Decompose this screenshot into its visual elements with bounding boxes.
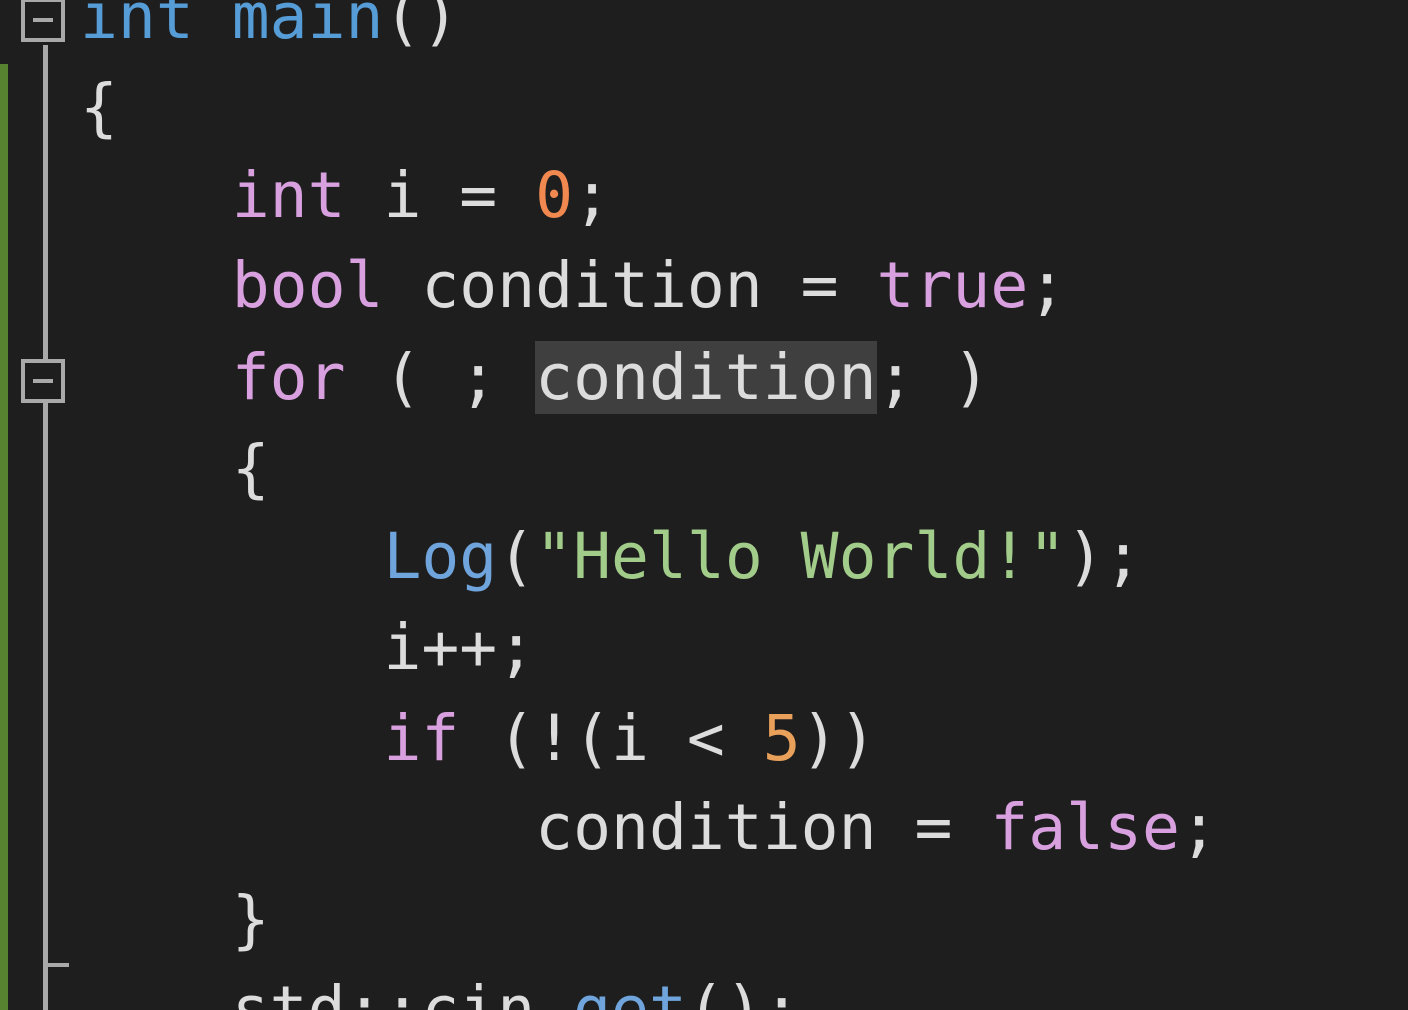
- token-brace: }: [231, 883, 270, 956]
- token-keyword: for: [231, 341, 346, 414]
- token-text: condition =: [535, 791, 991, 864]
- token-punct: );: [1066, 520, 1143, 593]
- code-line-2[interactable]: {: [80, 63, 118, 153]
- token-type: int: [80, 0, 194, 53]
- code-line-8[interactable]: i++;: [80, 603, 535, 693]
- token-text: i++;: [383, 611, 536, 684]
- token-text: ( ;: [345, 341, 536, 414]
- code-editor[interactable]: int main() { int i = 0; bool condition =…: [0, 0, 1408, 1010]
- token-punct: ; ): [876, 341, 991, 414]
- code-line-7[interactable]: Log("Hello World!");: [80, 512, 1142, 602]
- code-line-1[interactable]: int main(): [80, 0, 459, 62]
- token-bool-literal: false: [990, 791, 1180, 864]
- token-function-name: main: [231, 0, 384, 53]
- token-namespace: std::cin.: [231, 973, 574, 1010]
- scope-guide-end: [43, 963, 69, 967]
- token-brace: {: [80, 71, 118, 144]
- highlighted-reference[interactable]: condition: [535, 341, 877, 414]
- code-line-4[interactable]: bool condition = true;: [80, 241, 1066, 331]
- code-line-5[interactable]: for ( ; condition; ): [80, 333, 990, 423]
- token-punct: ;: [573, 159, 612, 232]
- token-type: bool: [231, 249, 384, 322]
- token-function-call: Log: [383, 520, 498, 593]
- token-number: 0: [535, 159, 574, 232]
- token-keyword: if: [383, 702, 460, 775]
- code-line-3[interactable]: int i = 0;: [80, 151, 611, 241]
- code-line-12[interactable]: std::cin.get();: [80, 965, 801, 1010]
- token-paren: (: [497, 520, 536, 593]
- token-bool-literal: true: [876, 249, 1029, 322]
- token-type: int: [231, 159, 346, 232]
- collapse-minus-icon[interactable]: [21, 359, 65, 403]
- change-tracking-bar: [0, 64, 8, 1010]
- token-parens: (): [383, 0, 460, 53]
- collapse-minus-icon[interactable]: [21, 0, 65, 42]
- token-punct: )): [800, 702, 877, 775]
- token-number: 5: [762, 702, 801, 775]
- token-string: "Hello World!": [535, 520, 1067, 593]
- code-line-10[interactable]: condition = false;: [80, 783, 1218, 873]
- token-text: (!(i <: [459, 702, 763, 775]
- token-text: i =: [345, 159, 536, 232]
- token-punct: ;: [1028, 249, 1067, 322]
- code-line-6[interactable]: {: [80, 424, 270, 514]
- token-text: condition =: [383, 249, 877, 322]
- token-punct: ();: [686, 973, 801, 1010]
- code-line-9[interactable]: if (!(i < 5)): [80, 694, 877, 784]
- code-line-11[interactable]: }: [80, 875, 270, 965]
- token-punct: ;: [1179, 791, 1218, 864]
- scope-guide-line: [43, 45, 48, 1010]
- token-brace: {: [231, 432, 270, 505]
- token-function-call: get: [573, 973, 687, 1010]
